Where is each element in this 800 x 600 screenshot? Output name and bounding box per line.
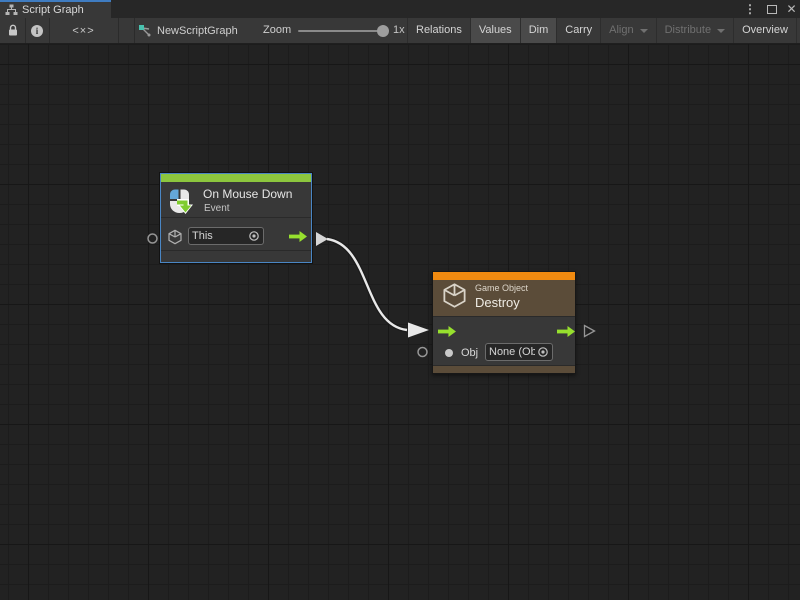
node-on-mouse-down[interactable]: On Mouse Down Event This bbox=[160, 173, 312, 263]
target-object-field[interactable]: This bbox=[188, 227, 264, 245]
port-destroy-flow-output[interactable] bbox=[585, 326, 595, 337]
tab-script-graph[interactable]: Script Graph bbox=[0, 0, 111, 18]
edit-source-button[interactable]: <×> bbox=[49, 18, 118, 43]
window-close-icon[interactable]: ✕ bbox=[783, 0, 800, 18]
title-bar: Script Graph ⋮ ✕ bbox=[0, 0, 800, 18]
zoom-slider-track[interactable] bbox=[298, 30, 386, 32]
graph-breadcrumb[interactable]: NewScriptGraph bbox=[138, 18, 238, 43]
script-graph-asset-icon bbox=[138, 24, 152, 38]
graph-hierarchy-icon bbox=[5, 4, 18, 16]
obj-input-dot[interactable] bbox=[445, 349, 453, 357]
dim-button[interactable]: Dim bbox=[520, 18, 557, 43]
window-maximize-icon[interactable] bbox=[763, 0, 781, 18]
graph-canvas[interactable]: On Mouse Down Event This Game Object Des… bbox=[0, 44, 800, 600]
lock-icon bbox=[7, 24, 19, 37]
node-destroy[interactable]: Game Object Destroy Obj None (Object) bbox=[432, 271, 576, 374]
obj-field-value: None (Object) bbox=[489, 346, 535, 358]
game-object-cube-icon bbox=[441, 282, 468, 309]
values-button[interactable]: Values bbox=[470, 18, 520, 43]
distribute-dropdown[interactable]: Distribute bbox=[656, 18, 733, 43]
port-event-flow-output[interactable] bbox=[316, 232, 328, 246]
port-event-target-input[interactable] bbox=[148, 234, 157, 243]
toolbar-separator bbox=[118, 18, 119, 43]
node-footer bbox=[161, 250, 311, 262]
port-destroy-flow-input[interactable] bbox=[408, 323, 429, 338]
chevron-down-icon bbox=[640, 29, 648, 33]
obj-object-field[interactable]: None (Object) bbox=[485, 343, 553, 361]
node-footer bbox=[433, 365, 575, 373]
relations-button[interactable]: Relations bbox=[407, 18, 470, 43]
distribute-label: Distribute bbox=[665, 18, 711, 43]
connections-overlay bbox=[0, 44, 800, 600]
zoom-slider-handle[interactable] bbox=[377, 25, 389, 37]
overview-button[interactable]: Overview bbox=[733, 18, 796, 43]
flow-wire[interactable] bbox=[327, 239, 407, 330]
node-category: Game Object bbox=[475, 283, 528, 293]
toolbar-separator bbox=[134, 18, 135, 43]
flow-arrow-icon bbox=[557, 326, 575, 337]
maximize-box bbox=[767, 5, 777, 14]
node-title: Destroy bbox=[475, 295, 520, 310]
object-picker-icon[interactable] bbox=[248, 230, 260, 242]
graph-name-label: NewScriptGraph bbox=[157, 25, 238, 37]
node-subtitle: Event bbox=[204, 203, 230, 214]
zoom-value: 1x bbox=[393, 18, 405, 43]
port-destroy-obj-input[interactable] bbox=[418, 348, 427, 357]
object-picker-icon[interactable] bbox=[537, 346, 549, 358]
flow-arrow-icon bbox=[289, 231, 307, 242]
obj-input-label: Obj bbox=[461, 347, 478, 359]
carry-button[interactable]: Carry bbox=[556, 18, 600, 43]
graph-toolbar: i <×> NewScriptGraph Zoom 1x Relations V… bbox=[0, 18, 800, 44]
node-title: On Mouse Down bbox=[203, 187, 292, 201]
zoom-label: Zoom bbox=[263, 18, 291, 43]
destroy-accent-bar bbox=[433, 272, 575, 280]
target-field-value: This bbox=[192, 230, 213, 242]
full-screen-button[interactable]: Full Screen bbox=[796, 18, 800, 43]
chevron-down-icon bbox=[717, 29, 725, 33]
lock-button[interactable] bbox=[0, 18, 25, 43]
tab-title: Script Graph bbox=[22, 4, 84, 16]
code-brackets-icon: <×> bbox=[72, 25, 94, 37]
info-icon: i bbox=[31, 25, 43, 37]
align-dropdown[interactable]: Align bbox=[600, 18, 655, 43]
inspector-button[interactable]: i bbox=[25, 18, 49, 43]
align-label: Align bbox=[609, 18, 633, 43]
event-accent-bar bbox=[161, 174, 311, 182]
flow-arrow-icon bbox=[438, 326, 456, 337]
mouse-down-icon bbox=[166, 187, 194, 215]
game-object-cube-icon bbox=[167, 229, 183, 245]
window-menu-icon[interactable]: ⋮ bbox=[742, 0, 758, 18]
toolbar-toggle-group: Relations Values Dim Carry Align Distrib… bbox=[407, 18, 800, 43]
